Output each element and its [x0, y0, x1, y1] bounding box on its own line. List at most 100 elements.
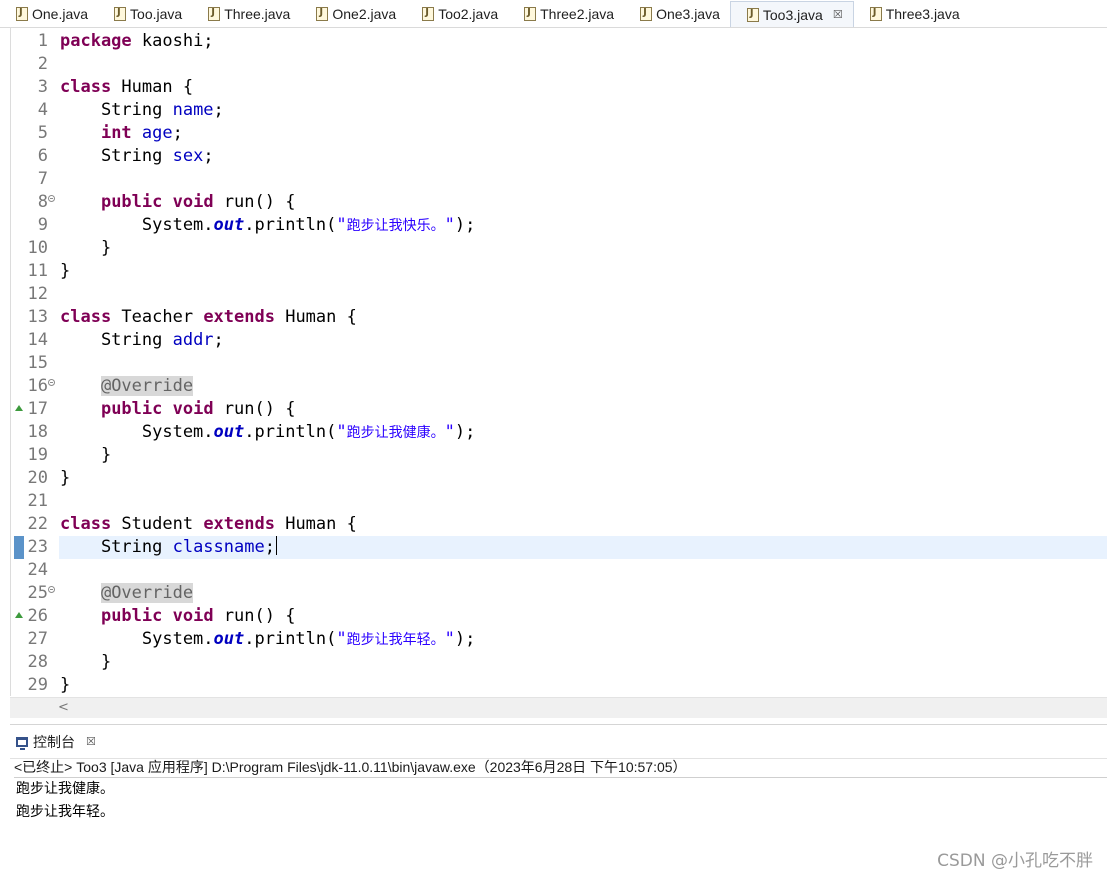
line-number: 26	[27, 606, 48, 626]
code-line[interactable]: 21	[11, 490, 1107, 513]
line-number: 8	[37, 192, 48, 212]
tab-label: Three.java	[224, 6, 291, 22]
java-file-icon	[746, 7, 759, 22]
code-line[interactable]: 11}	[11, 260, 1107, 283]
code-line[interactable]: 9 System.out.println("跑步让我快乐。");	[11, 214, 1107, 237]
watermark: CSDN @小孔吃不胖	[937, 851, 1093, 871]
line-number: 17	[27, 399, 48, 419]
tab-label: One2.java	[332, 6, 397, 22]
code-line[interactable]: 28 }	[11, 651, 1107, 674]
string-literal-text: 跑步让我年轻。	[346, 632, 445, 648]
code-line[interactable]: 27 System.out.println("跑步让我年轻。");	[11, 628, 1107, 651]
close-icon[interactable]: ☒	[833, 8, 843, 21]
code-token: addr	[172, 330, 214, 350]
tab-one2-java[interactable]: One2.java	[300, 1, 406, 27]
code-token: String	[60, 537, 173, 557]
code-line[interactable]: 29}	[11, 674, 1107, 697]
code-token: String	[60, 100, 173, 120]
code-text: class Human {	[59, 76, 1107, 99]
console-output-line: 跑步让我年轻。	[16, 804, 114, 820]
string-literal-text: 跑步让我健康。	[346, 425, 445, 441]
tab-label: Too2.java	[438, 6, 499, 22]
line-number: 2	[37, 54, 48, 74]
line-number: 25	[27, 583, 48, 603]
line-number: 5	[37, 123, 48, 143]
code-line[interactable]: 12	[11, 283, 1107, 306]
code-token: @Override	[100, 583, 194, 603]
code-line[interactable]: 3 class Human {	[11, 76, 1107, 99]
code-line[interactable]: 10 }	[11, 237, 1107, 260]
code-token: public	[100, 399, 163, 419]
code-text: String sex;	[59, 145, 1107, 168]
tab-too2-java[interactable]: Too2.java	[406, 1, 508, 27]
tab-one3-java[interactable]: One3.java	[624, 1, 730, 27]
fold-toggle-icon[interactable]	[48, 586, 55, 593]
line-number: 24	[27, 560, 48, 580]
code-line[interactable]: 2	[11, 53, 1107, 76]
code-token: }	[60, 468, 71, 488]
code-token: "	[444, 422, 455, 442]
tab-one-java[interactable]: One.java	[0, 1, 98, 27]
code-line[interactable]: 24	[11, 559, 1107, 582]
code-line[interactable]: 16 @Override	[11, 375, 1107, 398]
code-token: ;	[264, 537, 275, 557]
tab-label: Too.java	[130, 6, 183, 22]
code-line[interactable]: 15	[11, 352, 1107, 375]
code-text: }	[59, 651, 1107, 674]
code-line[interactable]: 1 package kaoshi;	[11, 30, 1107, 53]
code-token: out	[213, 629, 245, 649]
code-editor[interactable]: 1 package kaoshi; 2 3 class Human {4 String …	[10, 28, 1107, 696]
tab-console[interactable]: 控制台 ☒	[10, 729, 102, 755]
horizontal-scrollbar[interactable]: <	[10, 697, 1107, 718]
code-token: }	[60, 261, 71, 281]
tab-label: Three3.java	[885, 6, 960, 22]
code-line[interactable]: 4 String name;	[11, 99, 1107, 122]
code-line[interactable]: 26 public void run() {	[11, 605, 1107, 628]
code-token: void	[172, 192, 214, 212]
editor-tab-bar: One.java Too.java Three.java One2.java Too2.…	[0, 0, 1107, 28]
code-line[interactable]: 5 int age;	[11, 122, 1107, 145]
code-text: class Teacher extends Human {	[59, 306, 1107, 329]
code-token: .println(	[244, 422, 337, 442]
code-line[interactable]: 18 System.out.println("跑步让我健康。");	[11, 421, 1107, 444]
fold-toggle-icon[interactable]	[48, 379, 55, 386]
code-token: int	[100, 123, 132, 143]
code-token: String	[60, 146, 173, 166]
tab-too-java[interactable]: Too.java	[98, 1, 192, 27]
console-status-line: <已终止> Too3 [Java 应用程序] D:\Program Files\…	[14, 758, 1107, 778]
close-icon[interactable]: ☒	[86, 735, 96, 748]
java-file-icon	[16, 7, 28, 21]
code-line[interactable]: 23 String classname;	[11, 536, 1107, 559]
code-line[interactable]: 17 public void run() {	[11, 398, 1107, 421]
code-line[interactable]: 8 public void run() {	[11, 191, 1107, 214]
code-line[interactable]: 25 @Override	[11, 582, 1107, 605]
code-line[interactable]: 14 String addr;	[11, 329, 1107, 352]
line-number: 19	[27, 445, 48, 465]
fold-toggle-icon[interactable]	[48, 195, 55, 202]
code-token: "	[336, 215, 347, 235]
code-token: 跑步让我快乐。	[347, 215, 445, 235]
code-text: public void run() {	[59, 605, 1107, 628]
code-token: extends	[203, 514, 275, 534]
code-token: run() {	[213, 399, 296, 419]
code-line[interactable]: 19 }	[11, 444, 1107, 467]
scroll-left-icon[interactable]: <	[58, 700, 69, 715]
code-line[interactable]: 22 class Student extends Human {	[11, 513, 1107, 536]
code-line[interactable]: 20}	[11, 467, 1107, 490]
code-line[interactable]: 13 class Teacher extends Human {	[11, 306, 1107, 329]
line-number: 10	[27, 238, 48, 258]
tab-three-java[interactable]: Three.java	[192, 1, 300, 27]
tab-three2-java[interactable]: Three2.java	[508, 1, 624, 27]
tab-label: One3.java	[656, 6, 720, 22]
code-text: @Override	[59, 375, 1107, 398]
tab-three3-java[interactable]: Three3.java	[854, 1, 970, 27]
tab-too3-java[interactable]: Too3.java ☒	[729, 1, 854, 27]
code-text: class Student extends Human {	[59, 513, 1107, 536]
code-line[interactable]: 7	[11, 168, 1107, 191]
code-line[interactable]: 6 String sex;	[11, 145, 1107, 168]
